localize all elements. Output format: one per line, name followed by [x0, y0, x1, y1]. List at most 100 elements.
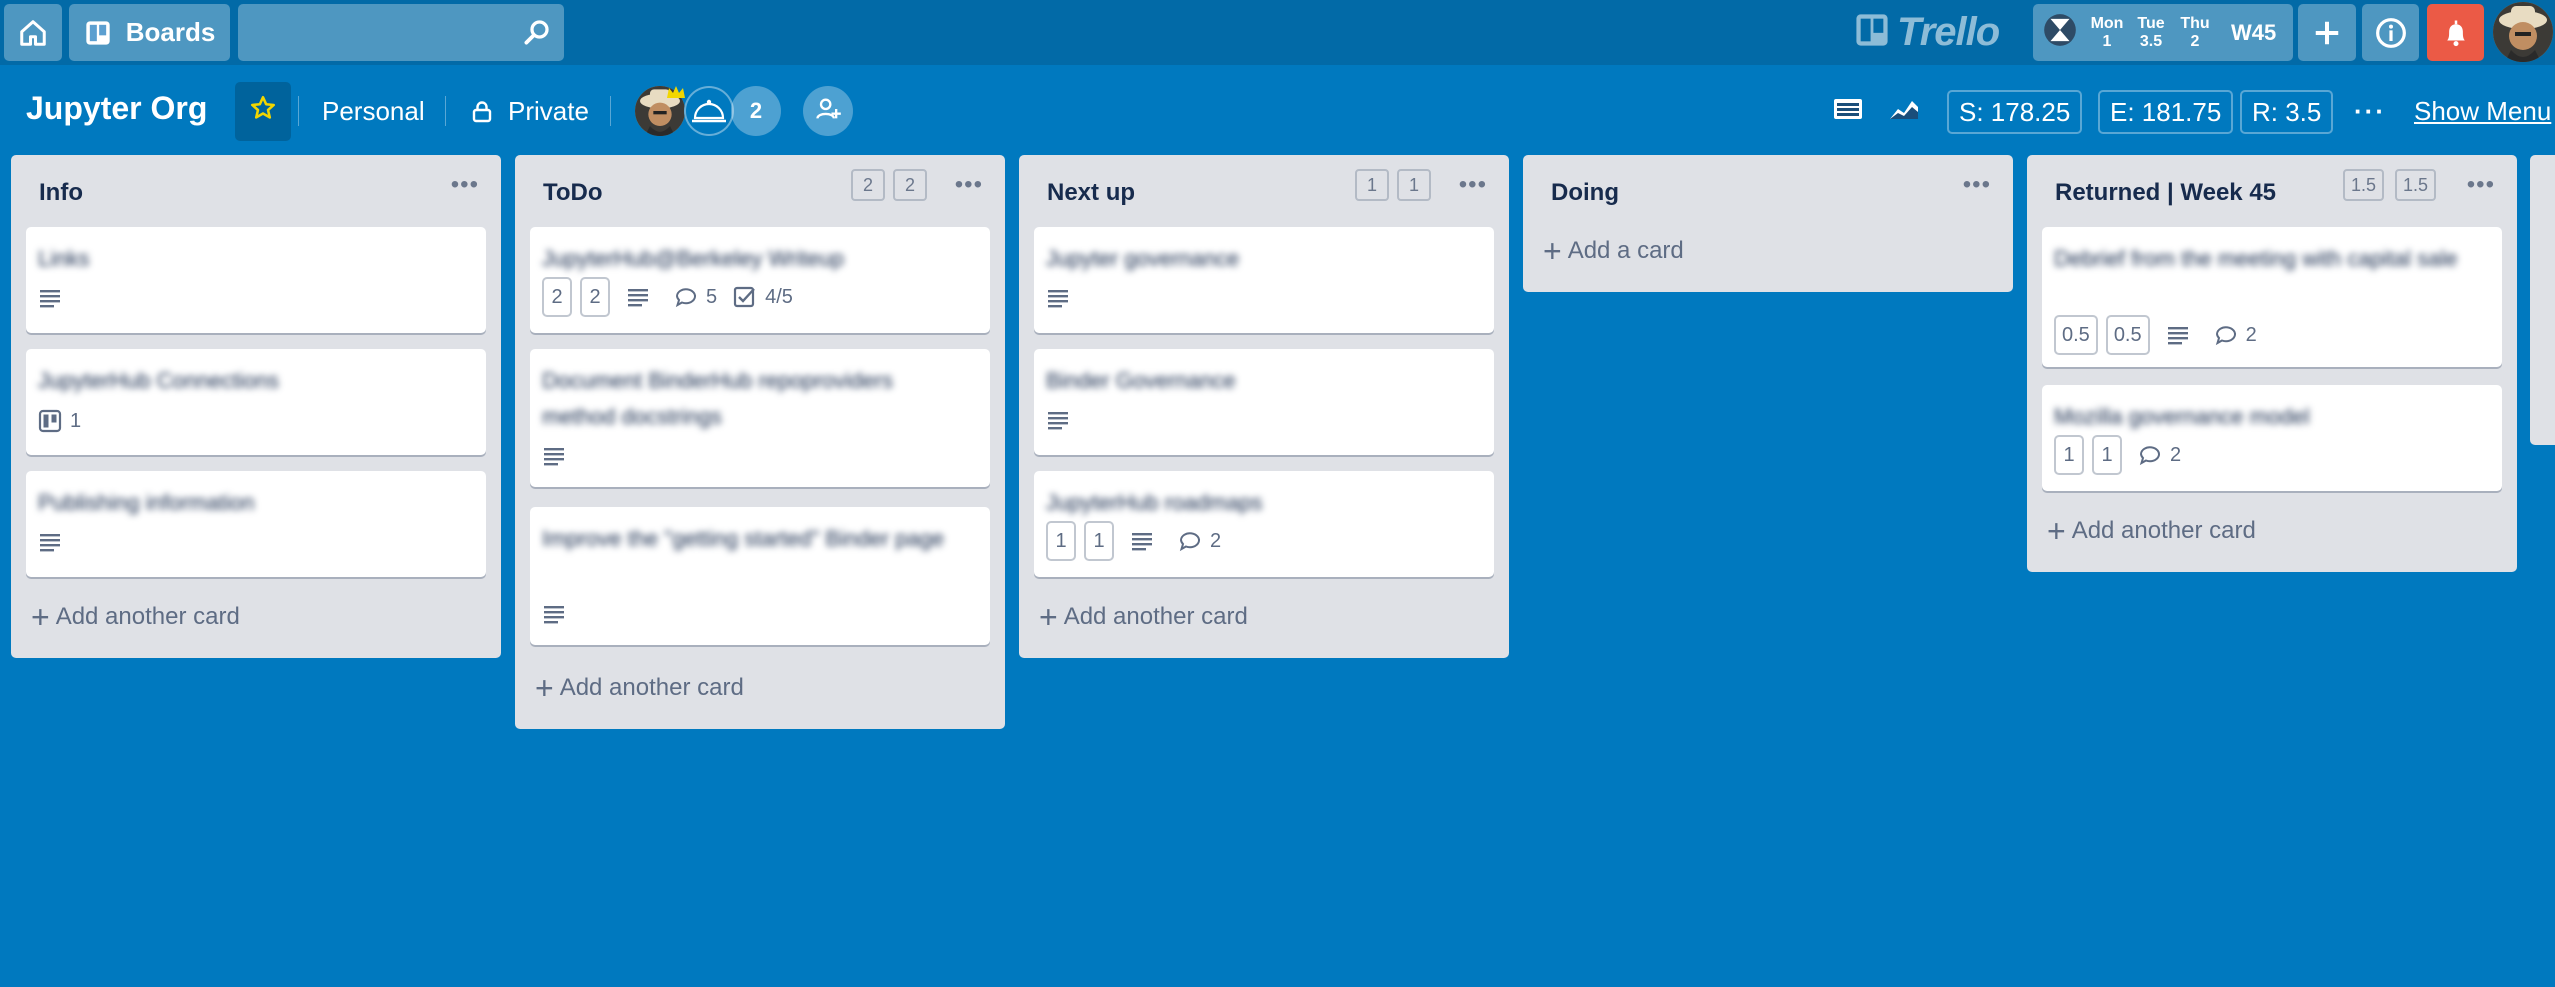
card[interactable]: JupyterHub@Berkeley Writeup 2 2 5 4/5: [530, 227, 990, 333]
list-menu-icon[interactable]: •••: [1459, 171, 1487, 199]
star-icon: [249, 94, 277, 129]
board-icon: 1: [38, 409, 81, 433]
list-todo: ToDo 2 2 ••• JupyterHub@Berkeley Writeup…: [515, 155, 1005, 729]
list-doing: Doing ••• + Add a card: [1523, 155, 2013, 292]
list-title[interactable]: Doing: [1551, 179, 1619, 207]
description-icon: [1046, 409, 1078, 431]
day-tuesday: Tue 3.5: [2129, 15, 2173, 51]
bell-icon: [2441, 18, 2471, 48]
card[interactable]: Document BinderHub repoproviders method …: [530, 349, 990, 487]
card-badges: [38, 531, 86, 553]
list-view-button[interactable]: [1832, 92, 1864, 132]
card-badges: 1 1 2: [2054, 435, 2197, 475]
list-title[interactable]: Next up: [1047, 179, 1135, 207]
add-card-label: Add another card: [1063, 603, 1248, 630]
comment-count: 2: [1210, 529, 1222, 552]
card[interactable]: Jupyter governance: [1034, 227, 1494, 333]
team-button[interactable]: Personal: [310, 82, 437, 141]
card-badges: [542, 445, 590, 467]
home-button[interactable]: [4, 4, 62, 61]
description-icon: [1130, 530, 1162, 552]
card[interactable]: Publishing information: [26, 471, 486, 577]
search-bar: [238, 4, 564, 61]
points-pill: 1: [2092, 435, 2122, 475]
trello-logo[interactable]: Trello: [1855, 8, 2000, 56]
plus-icon: +: [31, 599, 50, 635]
description-icon: [542, 603, 574, 625]
boards-label: Boards: [125, 17, 216, 47]
card-title: Debrief from the meeting with capital sa…: [2054, 246, 2458, 271]
day-name: Thu: [2180, 14, 2210, 32]
more-dots-icon: ···: [2354, 96, 2386, 126]
list-header: Info •••: [11, 155, 501, 227]
day-value: 3.5: [2139, 32, 2163, 50]
card-title: JupyterHub Connections: [38, 368, 279, 393]
comment-count: 5: [706, 285, 718, 308]
card-title: Links: [38, 246, 90, 271]
description-icon: [38, 287, 70, 309]
card-badges: 2 2 5 4/5: [542, 277, 809, 317]
plus-icon: +: [1039, 599, 1058, 635]
comment-icon: 2: [2214, 324, 2257, 347]
member-count-badge[interactable]: 2: [731, 86, 781, 136]
invite-member-button[interactable]: [803, 86, 853, 136]
add-card-button[interactable]: + Add another card: [31, 599, 240, 635]
day-thursday: Thu 2: [2173, 15, 2217, 51]
list-title[interactable]: ToDo: [543, 179, 603, 207]
list-title[interactable]: Returned | Week 45: [2055, 179, 2276, 207]
board-title[interactable]: Jupyter Org: [26, 90, 207, 127]
checklist-icon: 4/5: [733, 285, 793, 309]
card-badges: [542, 603, 590, 625]
bot-member-avatar[interactable]: [684, 86, 734, 136]
create-button[interactable]: [2298, 4, 2356, 61]
star-board-button[interactable]: [235, 82, 291, 141]
list-partial-offscreen[interactable]: [2530, 155, 2555, 445]
add-card-button[interactable]: + Add another card: [2047, 515, 2256, 547]
user-avatar[interactable]: [2493, 2, 2553, 62]
info-button[interactable]: [2362, 4, 2419, 61]
show-menu-button[interactable]: ··· Show Menu: [2354, 96, 2551, 127]
card[interactable]: JupyterHub Connections 1: [26, 349, 486, 455]
add-card-label: Add another card: [55, 603, 240, 630]
search-input[interactable]: [238, 4, 508, 61]
add-card-button[interactable]: + Add a card: [1543, 235, 1684, 267]
comment-icon: 2: [1178, 530, 1221, 553]
list-title[interactable]: Info: [39, 179, 83, 207]
stat-e-label: E: 181.75: [2110, 96, 2222, 127]
notifications-button[interactable]: [2427, 4, 2484, 61]
card[interactable]: JupyterHub roadmaps 1 1 2: [1034, 471, 1494, 577]
sprint-points-stat[interactable]: S: 178.25: [1947, 90, 2083, 134]
chart-view-button[interactable]: [1888, 92, 1920, 132]
remaining-stat[interactable]: R: 3.5: [2240, 90, 2334, 134]
card[interactable]: Binder Governance: [1034, 349, 1494, 455]
card-title: Binder Governance: [1046, 368, 1236, 393]
card[interactable]: Debrief from the meeting with capital sa…: [2042, 227, 2502, 367]
add-card-button[interactable]: + Add another card: [535, 672, 744, 704]
visibility-button[interactable]: Private: [458, 82, 601, 141]
info-icon: [2375, 17, 2407, 49]
card-title: Document BinderHub repoproviders method …: [542, 368, 893, 429]
boards-button[interactable]: Boards: [69, 4, 230, 61]
list-info: Info ••• Links JupyterHub Connections 1 …: [11, 155, 501, 658]
card-title: Mozilla governance model: [2054, 404, 2310, 429]
list-menu-icon[interactable]: •••: [451, 171, 479, 199]
add-card-label: Add a card: [1567, 237, 1684, 264]
list-menu-icon[interactable]: •••: [2467, 171, 2495, 199]
search-icon[interactable]: [522, 17, 552, 52]
week-points-widget[interactable]: Mon 1 Tue 3.5 Thu 2 W45: [2033, 4, 2293, 61]
card[interactable]: Links: [26, 227, 486, 333]
stat-r-label: R: 3.5: [2252, 96, 2322, 127]
estimate-stat[interactable]: E: 181.75: [2098, 90, 2234, 134]
add-card-button[interactable]: + Add another card: [1039, 599, 1248, 635]
list-header: ToDo 2 2 •••: [515, 155, 1005, 227]
points-pill: 0.5: [2105, 315, 2150, 355]
list-menu-icon[interactable]: •••: [955, 171, 983, 199]
header-divider: [445, 96, 446, 126]
list-menu-icon[interactable]: •••: [1963, 171, 1991, 199]
description-icon: [542, 445, 574, 467]
table-icon: [1832, 95, 1864, 130]
card-badges: 1: [38, 409, 97, 433]
card[interactable]: Mozilla governance model 1 1 2: [2042, 385, 2502, 491]
card[interactable]: Improve the "getting started" Binder pag…: [530, 507, 990, 645]
card-badges: [1046, 409, 1094, 431]
